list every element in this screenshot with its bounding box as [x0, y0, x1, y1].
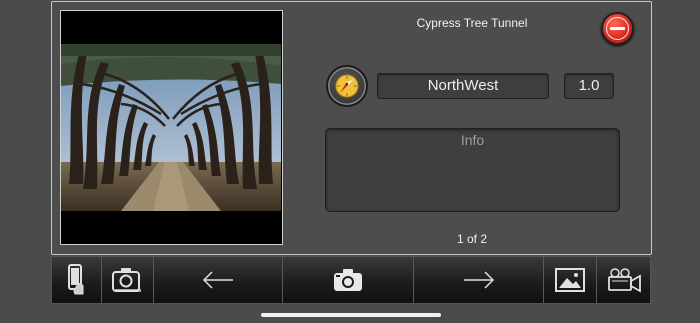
minus-icon: [610, 27, 625, 30]
page-indicator: 1 of 2: [456, 232, 488, 246]
gallery-button[interactable]: [544, 257, 598, 303]
camera-icon: [334, 269, 362, 291]
bottom-toolbar: [51, 256, 651, 304]
main-panel: Cypress Tree Tunnel NorthWest 1.0 Info 1…: [51, 1, 652, 255]
home-indicator[interactable]: [261, 313, 441, 317]
photo-frame[interactable]: [60, 10, 283, 245]
compass-icon: [335, 74, 359, 98]
multiplier-field[interactable]: 1.0: [564, 73, 614, 99]
camera-switch-button[interactable]: [101, 257, 154, 303]
device-rotate-icon: [68, 264, 84, 295]
cypress-tunnel-photo: [61, 44, 281, 211]
capture-button[interactable]: [283, 257, 414, 303]
camera-switch-icon: [112, 268, 142, 292]
photo-title: Cypress Tree Tunnel: [416, 16, 528, 30]
device-rotate-button[interactable]: [52, 257, 102, 303]
info-box[interactable]: Info: [325, 128, 620, 212]
arrow-left-icon: [202, 271, 233, 289]
previous-button[interactable]: [153, 257, 284, 303]
video-camera-icon: [607, 268, 641, 293]
arrow-right-icon: [463, 271, 494, 289]
video-button[interactable]: [597, 257, 650, 303]
close-button[interactable]: [601, 12, 634, 45]
direction-field[interactable]: NorthWest: [377, 73, 549, 99]
gallery-icon: [555, 268, 586, 292]
info-label: Info: [460, 132, 485, 148]
compass-button[interactable]: [326, 65, 368, 107]
next-button[interactable]: [413, 257, 545, 303]
app-screen: Cypress Tree Tunnel NorthWest 1.0 Info 1…: [0, 0, 700, 323]
